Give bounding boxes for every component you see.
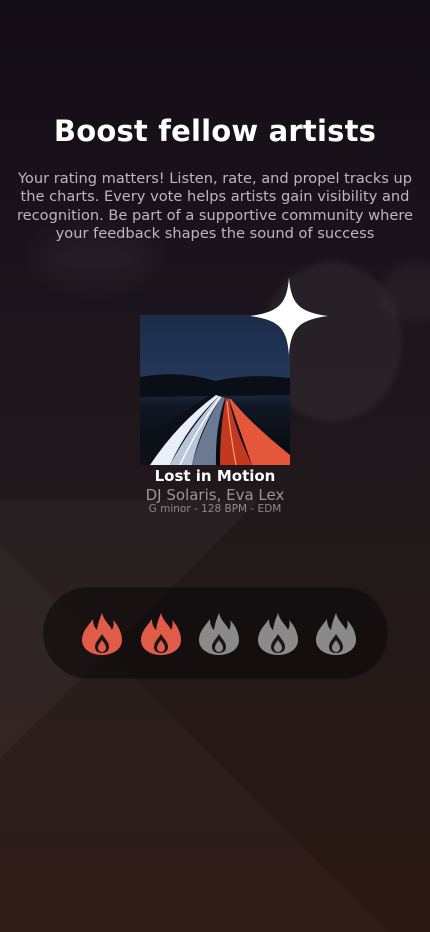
flame-rating-button[interactable] — [257, 612, 299, 656]
page-description: Your rating matters! Listen, rate, and p… — [17, 170, 413, 243]
flame-rating-button[interactable] — [198, 612, 240, 656]
track-meta: G minor - 128 BPM - EDM — [148, 503, 282, 515]
flame-rating-button[interactable] — [315, 612, 357, 656]
flame-rating-button[interactable] — [140, 612, 182, 656]
flame-rating-button[interactable] — [81, 612, 123, 656]
background-blob — [380, 262, 430, 322]
sparkle-icon — [250, 277, 328, 355]
page-title: Boost fellow artists — [53, 114, 377, 148]
track-artists: DJ Solaris, Eva Lex — [145, 486, 285, 504]
track-title: Lost in Motion — [154, 467, 276, 485]
background-shape — [0, 500, 430, 932]
